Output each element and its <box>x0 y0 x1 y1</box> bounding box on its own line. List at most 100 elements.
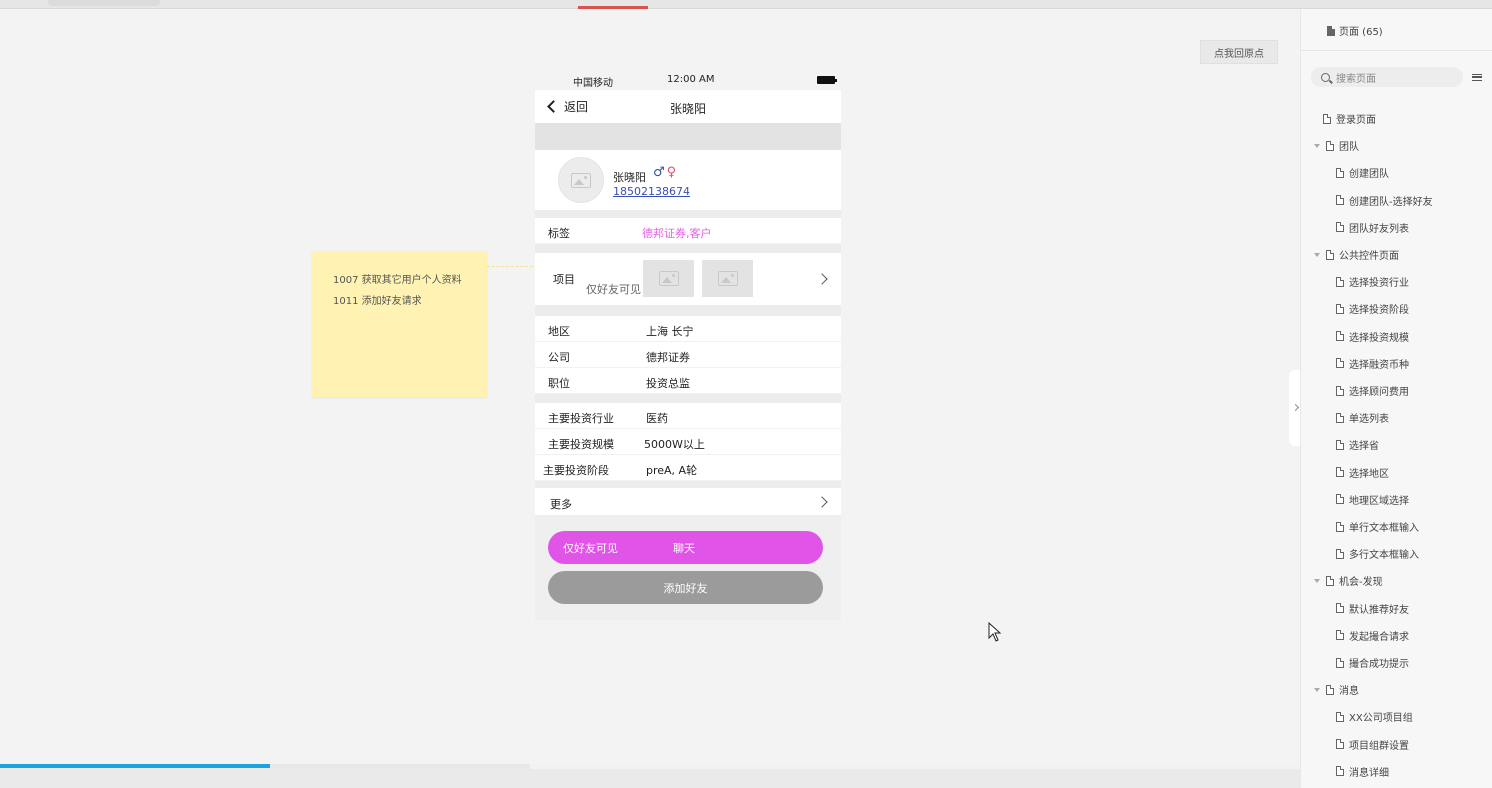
phone-number-link[interactable]: 18502138674 <box>613 185 690 198</box>
sticky-line: 1007 获取其它用户个人资料 <box>333 275 462 286</box>
page-tree-item[interactable]: 项目组群设置 <box>1336 737 1409 752</box>
page-tree-item[interactable]: 登录页面 <box>1323 111 1376 126</box>
chat-button[interactable]: 仅好友可见 聊天 <box>548 531 823 564</box>
image-placeholder-icon <box>717 271 738 286</box>
page-tree-item[interactable]: 发起撮合请求 <box>1336 628 1409 643</box>
page-tree-item[interactable]: 地理区域选择 <box>1336 492 1409 507</box>
sticky-line: 1011 添加好友请求 <box>333 296 422 307</box>
page-tree-item[interactable]: 公共控件页面 <box>1314 247 1399 262</box>
info-label: 地区 <box>548 325 570 338</box>
page-tree-label: 选择省 <box>1349 441 1379 453</box>
page-tree-item[interactable]: 选择融资币种 <box>1336 356 1409 371</box>
page-tree-item[interactable]: 创建团队 <box>1336 165 1389 180</box>
page-icon <box>1336 766 1344 777</box>
info-value: 投资总监 <box>646 377 690 390</box>
avatar[interactable] <box>558 157 604 203</box>
page-tree-item[interactable]: 单选列表 <box>1336 410 1389 425</box>
page-tree-label: XX公司项目组 <box>1349 713 1413 725</box>
page-icon <box>1336 521 1344 532</box>
page-tree-item[interactable]: 机会-发现 <box>1314 573 1383 588</box>
page-icon <box>1327 25 1335 36</box>
add-friend-button[interactable]: 添加好友 <box>548 571 823 604</box>
invest-label: 主要投资阶段 <box>543 464 609 477</box>
page-tree-label: 选择投资阶段 <box>1349 305 1409 317</box>
page-tree-label: 默认推荐好友 <box>1349 604 1409 616</box>
page-tree-label: 撮合成功提示 <box>1349 659 1409 670</box>
page-tree-item[interactable]: 消息 <box>1314 682 1359 697</box>
page-tree-label: 多行文本框输入 <box>1349 550 1419 562</box>
page-tree-label: 登录页面 <box>1336 115 1376 126</box>
page-tree-item[interactable]: 创建团队-选择好友 <box>1336 193 1433 208</box>
page-icon <box>1336 167 1344 178</box>
invest-row: 主要投资行业 医药 <box>535 403 841 429</box>
page-tree-label: 团队好友列表 <box>1349 223 1409 235</box>
page-icon <box>1336 331 1344 342</box>
caret-down-icon[interactable] <box>1314 252 1320 257</box>
mouse-cursor-icon <box>988 622 1002 642</box>
tags-value: 德邦证券,客户 <box>642 227 712 240</box>
page-icon <box>1326 249 1334 260</box>
video-progress-bar[interactable] <box>0 764 530 769</box>
page-tree-item[interactable]: 默认推荐好友 <box>1336 601 1409 616</box>
invest-value: 5000W以上 <box>644 438 705 451</box>
divider <box>1301 50 1492 51</box>
project-row[interactable]: 项目 仅好友可见 <box>535 253 841 305</box>
project-thumbnail[interactable] <box>702 260 753 297</box>
page-tree-label: 选择投资规模 <box>1349 332 1409 344</box>
spacer <box>535 123 841 150</box>
page-icon <box>1336 276 1344 287</box>
chevron-right-icon <box>816 273 828 285</box>
page-tree-label: 机会-发现 <box>1339 577 1383 589</box>
page-tree-label: 选择地区 <box>1349 468 1389 480</box>
top-bar <box>0 0 1492 9</box>
search-input[interactable]: 搜索页面 <box>1311 67 1463 87</box>
more-row[interactable]: 更多 <box>535 488 841 515</box>
page-tree-item[interactable]: XX公司项目组 <box>1336 709 1413 724</box>
page-tree-item[interactable]: 选择省 <box>1336 437 1379 452</box>
page-tree-label: 选择融资币种 <box>1349 359 1409 371</box>
page-tree-item[interactable]: 撮合成功提示 <box>1336 655 1409 670</box>
page-icon <box>1326 575 1334 586</box>
image-placeholder-icon <box>571 172 591 188</box>
caret-down-icon[interactable] <box>1314 687 1320 692</box>
caret-down-icon[interactable] <box>1314 143 1320 148</box>
divider <box>535 394 841 403</box>
panel-title: 页面 (65) <box>1339 27 1383 38</box>
page-icon <box>1336 548 1344 559</box>
page-icon <box>1336 467 1344 478</box>
tags-row: 标签 德邦证券,客户 <box>535 218 841 244</box>
page-tree-item[interactable]: 选择投资阶段 <box>1336 301 1409 316</box>
invest-label: 主要投资规模 <box>548 438 614 451</box>
page-tree-item[interactable]: 选择地区 <box>1336 465 1389 480</box>
project-label: 项目 <box>553 273 575 286</box>
page-tree-item[interactable]: 团队好友列表 <box>1336 220 1409 235</box>
page-tree-label: 创建团队-选择好友 <box>1349 196 1433 208</box>
page-tree-item[interactable]: 选择投资行业 <box>1336 274 1409 289</box>
profile-card: 张晓阳 ♂ ♀ 18502138674 <box>535 150 841 210</box>
page-tree-item[interactable]: 消息详细 <box>1336 764 1389 779</box>
invest-value: 医药 <box>646 412 668 425</box>
divider <box>535 305 841 316</box>
page-tree-item[interactable]: 多行文本框输入 <box>1336 546 1419 561</box>
info-value: 上海 长宁 <box>646 325 694 338</box>
page-tree-item[interactable]: 选择顾问费用 <box>1336 383 1409 398</box>
back-to-origin-button[interactable]: 点我回原点 <box>1200 40 1278 64</box>
page-tree-item[interactable]: 团队 <box>1314 138 1359 153</box>
chevron-right-icon <box>1291 403 1300 412</box>
page-icon <box>1336 739 1344 750</box>
search-placeholder: 搜索页面 <box>1336 73 1376 85</box>
page-icon <box>1336 222 1344 233</box>
info-label: 职位 <box>548 377 570 390</box>
list-view-icon[interactable] <box>1472 74 1482 81</box>
page-tree-label: 创建团队 <box>1349 169 1389 181</box>
page-tree-item[interactable]: 选择投资规模 <box>1336 329 1409 344</box>
project-thumbnail[interactable] <box>643 260 694 297</box>
chat-label: 聊天 <box>673 542 695 555</box>
page-tree-item[interactable]: 单行文本框输入 <box>1336 519 1419 534</box>
caret-down-icon[interactable] <box>1314 578 1320 583</box>
male-icon: ♂ <box>653 165 665 180</box>
page-tree-label: 单行文本框输入 <box>1349 523 1419 534</box>
tags-label: 标签 <box>548 227 570 240</box>
info-row: 公司 德邦证券 <box>535 342 841 368</box>
page-tree-label: 单选列表 <box>1349 414 1389 426</box>
